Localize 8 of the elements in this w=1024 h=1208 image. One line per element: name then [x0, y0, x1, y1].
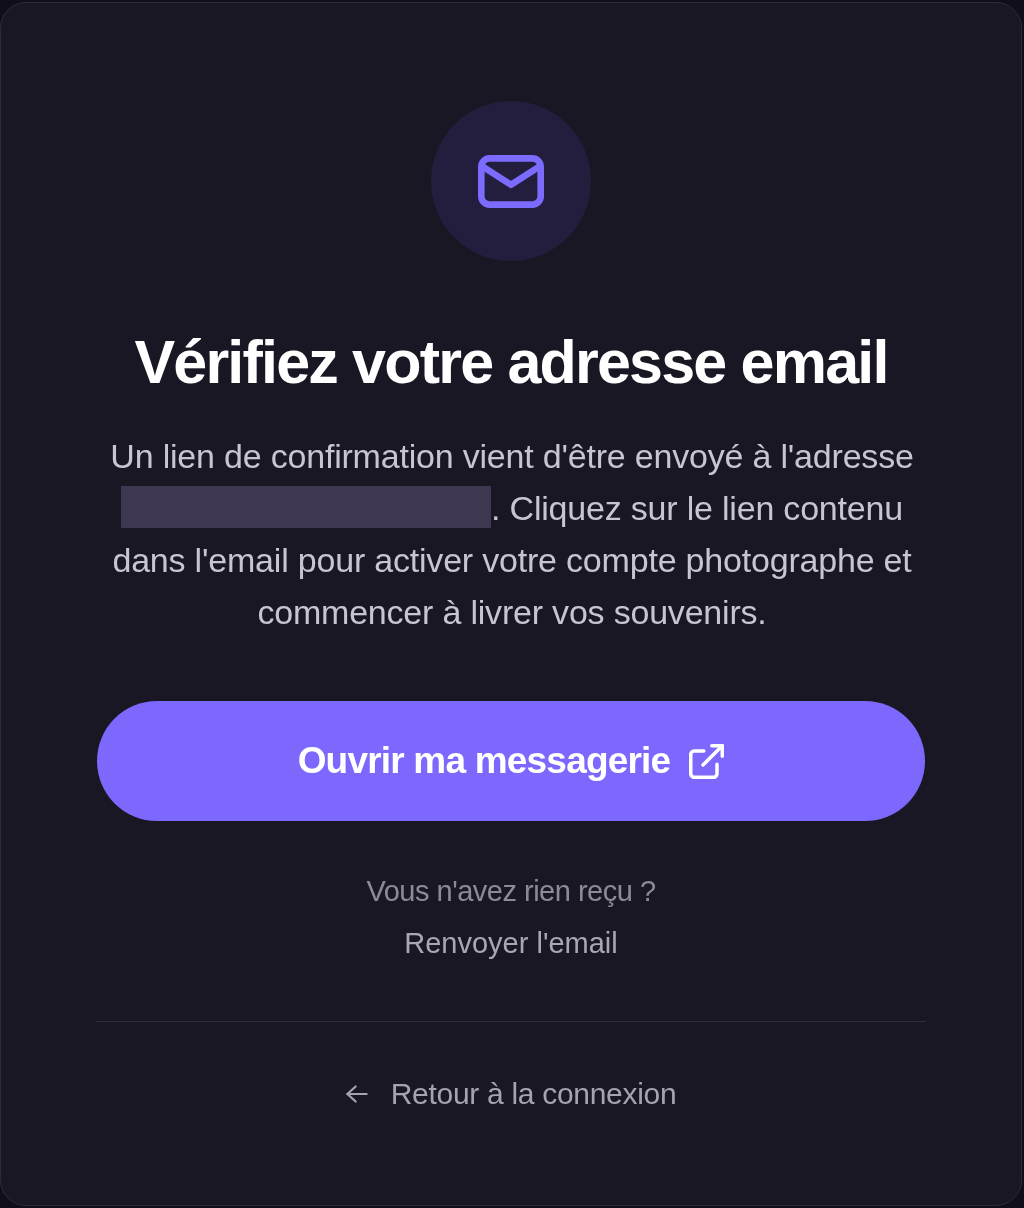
resend-prompt-text: Vous n'avez rien reçu ? [366, 874, 656, 909]
resend-email-link[interactable]: Renvoyer l'email [404, 917, 618, 969]
arrow-left-icon [345, 1085, 368, 1103]
page-title: Vérifiez votre adresse email [134, 329, 888, 396]
open-mailbox-button[interactable]: Ouvrir ma messagerie [97, 701, 925, 821]
description-text: Un lien de confirmation vient d'être envoyé à l'adresse . Cliquez sur le lien contenu dans l'email pour activer votre compte photographe et commencer à livrer vos souvenirs. [109, 436, 915, 633]
external-link-icon [689, 743, 725, 779]
back-to-login-link[interactable]: Retour à la connexion [345, 1068, 677, 1120]
